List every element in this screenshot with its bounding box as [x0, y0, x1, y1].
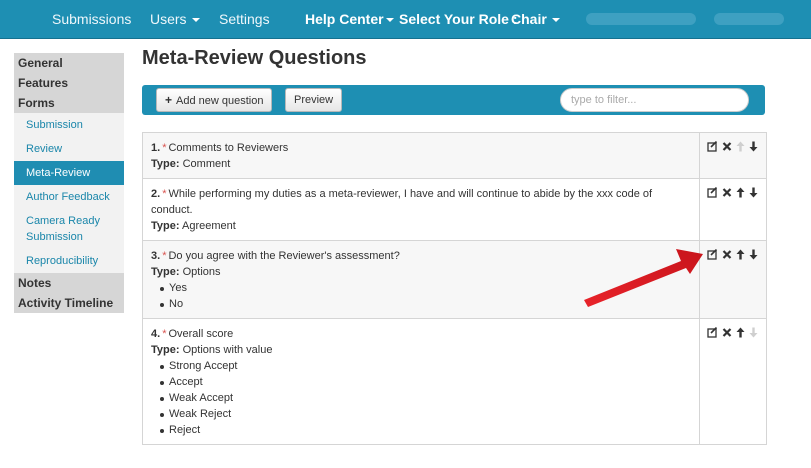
question-row: 1. * Comments to Reviewers Type: Comment — [143, 133, 766, 178]
question-number: 4. — [151, 328, 161, 340]
type-label: Type: — [151, 266, 180, 278]
arrow-up-icon — [736, 141, 745, 152]
option-item: Accept — [160, 374, 691, 390]
sidebar-item-review[interactable]: Review — [14, 137, 124, 161]
question-type: Comment — [182, 158, 231, 170]
sidebar-item-camera-ready[interactable]: Camera Ready Submission — [14, 209, 124, 249]
question-content: 1. * Comments to Reviewers Type: Comment — [143, 133, 699, 178]
filter-input[interactable] — [560, 88, 749, 112]
arrow-down-icon — [749, 327, 758, 338]
question-number: 1. — [151, 142, 161, 154]
question-row: 2. * While performing my duties as a meta-… — [143, 178, 766, 240]
nav-users[interactable]: Users — [150, 0, 200, 38]
questions-toolbar: + Add new question Preview — [142, 85, 765, 115]
question-text: While performing my duties as a meta-rev… — [151, 188, 653, 216]
blurred-user-info — [586, 13, 696, 25]
top-navbar: Submissions Users Settings Help Center S… — [0, 0, 811, 39]
chevron-down-icon — [551, 18, 560, 23]
arrow-up-icon[interactable] — [736, 249, 745, 260]
type-label: Type: — [151, 220, 180, 232]
sidebar-item-reproducibility[interactable]: Reproducibility — [14, 249, 124, 273]
option-item: Weak Reject — [160, 406, 691, 422]
delete-icon[interactable] — [722, 141, 732, 152]
delete-icon[interactable] — [722, 249, 732, 260]
question-actions — [699, 241, 766, 318]
sidebar-item-submission[interactable]: Submission — [14, 113, 124, 137]
question-content: 2. * While performing my duties as a meta-… — [143, 179, 699, 240]
required-marker: * — [162, 250, 167, 262]
question-text: Comments to Reviewers — [168, 142, 289, 154]
question-row: 3. * Do you agree with the Reviewer's asse… — [143, 240, 766, 318]
required-marker: * — [162, 188, 167, 200]
plus-icon: + — [165, 93, 173, 107]
preview-button[interactable]: Preview — [285, 88, 343, 112]
nav-users-label: Users — [150, 11, 187, 27]
sidebar-item-author-feedback[interactable]: Author Feedback — [14, 185, 124, 209]
edit-icon[interactable] — [707, 327, 718, 338]
type-label: Type: — [151, 344, 180, 356]
question-actions — [699, 319, 766, 444]
options-list: Yes No — [151, 280, 691, 312]
nav-settings[interactable]: Settings — [219, 0, 270, 38]
options-list: Strong Accept Accept Weak Accept Weak Re… — [151, 358, 691, 438]
blurred-user-menu[interactable] — [714, 13, 784, 25]
arrow-down-icon[interactable] — [749, 249, 758, 260]
question-actions — [699, 179, 766, 240]
nav-submissions[interactable]: Submissions — [52, 0, 131, 38]
chevron-down-icon — [191, 18, 200, 23]
question-actions — [699, 133, 766, 178]
add-question-button[interactable]: + Add new question — [156, 88, 273, 112]
question-content: 4. * Overall score Type: Options with valu… — [143, 319, 699, 444]
question-number: 3. — [151, 250, 161, 262]
sidebar-item-notes[interactable]: Notes — [14, 273, 124, 293]
option-item: Weak Accept — [160, 390, 691, 406]
arrow-down-icon[interactable] — [749, 187, 758, 198]
sidebar-item-forms[interactable]: Forms — [14, 93, 124, 113]
arrow-down-icon[interactable] — [749, 141, 758, 152]
sidebar-item-general[interactable]: General — [14, 53, 124, 73]
sidebar-item-meta-review[interactable]: Meta-Review — [14, 161, 124, 185]
page-title: Meta-Review Questions — [142, 47, 367, 69]
question-text: Overall score — [168, 328, 234, 340]
nav-help-center-label: Help Center — [305, 11, 384, 27]
question-type: Agreement — [181, 220, 236, 232]
delete-icon[interactable] — [722, 187, 732, 198]
role-value: Chair — [511, 11, 547, 27]
add-question-label: Add new question — [176, 95, 264, 107]
sidebar-item-features[interactable]: Features — [14, 73, 124, 93]
option-item: Reject — [160, 422, 691, 438]
question-type: Options with value — [182, 344, 273, 356]
required-marker: * — [162, 142, 167, 154]
question-text: Do you agree with the Reviewer's assessm… — [168, 250, 400, 262]
arrow-up-icon[interactable] — [736, 327, 745, 338]
question-content: 3. * Do you agree with the Reviewer's asse… — [143, 241, 699, 318]
question-type: Options — [182, 266, 221, 278]
edit-icon[interactable] — [707, 141, 718, 152]
option-item: Strong Accept — [160, 358, 691, 374]
question-number: 2. — [151, 188, 161, 200]
arrow-up-icon[interactable] — [736, 187, 745, 198]
option-item: No — [160, 296, 691, 312]
questions-table: 1. * Comments to Reviewers Type: Comment 2… — [142, 132, 767, 445]
question-row: 4. * Overall score Type: Options with valu… — [143, 318, 766, 444]
delete-icon[interactable] — [722, 327, 732, 338]
edit-icon[interactable] — [707, 187, 718, 198]
role-label: Select Your Role : — [399, 11, 518, 27]
required-marker: * — [162, 328, 167, 340]
edit-icon[interactable] — [707, 249, 718, 260]
option-item: Yes — [160, 280, 691, 296]
chevron-down-icon — [385, 18, 394, 23]
role-selector[interactable]: Chair — [511, 0, 560, 38]
sidebar: General Features Forms Submission Review… — [14, 53, 124, 313]
nav-help-center[interactable]: Help Center — [305, 0, 394, 38]
sidebar-item-activity-timeline[interactable]: Activity Timeline — [14, 293, 124, 313]
type-label: Type: — [151, 158, 180, 170]
